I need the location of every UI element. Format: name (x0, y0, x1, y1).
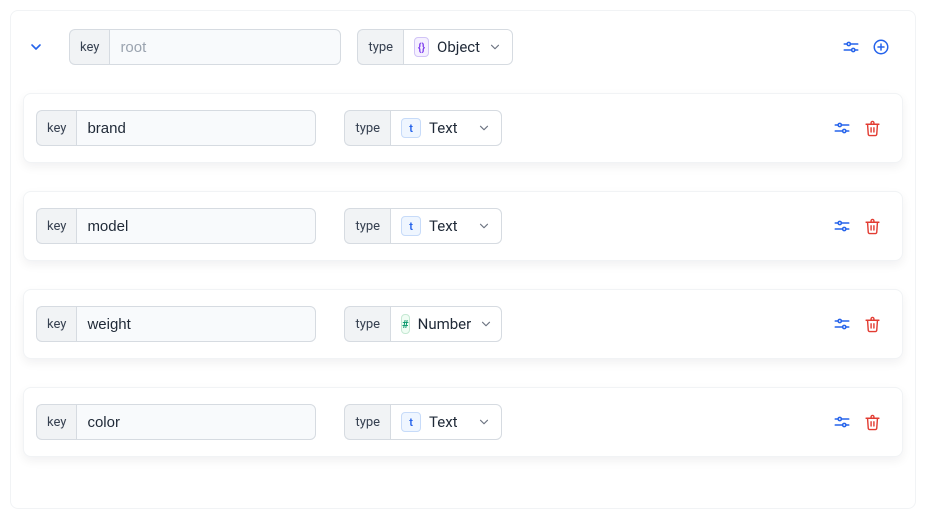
child-row: key type t Text (23, 93, 903, 163)
child-type-select[interactable]: t Text (390, 404, 502, 440)
child-row: key type t Text (23, 387, 903, 457)
child-key-group: key (36, 110, 316, 146)
object-type-icon: {} (414, 37, 429, 57)
child-row: key type t Text (23, 191, 903, 261)
child-row: key type # Number (23, 289, 903, 359)
chevron-down-icon (477, 219, 491, 233)
child-key-input[interactable] (76, 110, 316, 146)
root-type-label: Object (437, 38, 480, 56)
child-type-label: Text (429, 413, 469, 431)
child-key-input[interactable] (76, 404, 316, 440)
root-key-input[interactable] (109, 29, 341, 65)
child-type-group: type t Text (344, 110, 502, 146)
text-type-icon: t (401, 118, 421, 138)
settings-icon[interactable] (832, 314, 852, 334)
chevron-down-icon (479, 317, 493, 331)
child-key-group: key (36, 208, 316, 244)
child-key-group: key (36, 306, 316, 342)
type-prefix-label: type (357, 29, 403, 65)
child-actions (832, 314, 890, 334)
settings-icon[interactable] (841, 37, 861, 57)
child-type-group: type t Text (344, 404, 502, 440)
key-prefix-label: key (69, 29, 109, 65)
child-actions (832, 412, 890, 432)
root-row: key type {} Object (23, 29, 903, 65)
delete-icon[interactable] (862, 118, 882, 138)
key-prefix-label: key (36, 306, 76, 342)
chevron-down-icon (488, 40, 502, 54)
type-prefix-label: type (344, 110, 390, 146)
text-type-icon: t (401, 412, 421, 432)
type-prefix-label: type (344, 404, 390, 440)
child-type-group: type # Number (344, 306, 502, 342)
settings-icon[interactable] (832, 412, 852, 432)
child-type-select[interactable]: t Text (390, 208, 502, 244)
child-key-input[interactable] (76, 208, 316, 244)
chevron-down-icon[interactable] (27, 38, 45, 56)
add-icon[interactable] (871, 37, 891, 57)
children-list: key type t Text (23, 93, 903, 457)
delete-icon[interactable] (862, 216, 882, 236)
child-type-label: Text (429, 217, 469, 235)
child-type-select[interactable]: # Number (390, 306, 502, 342)
chevron-down-icon (477, 415, 491, 429)
schema-panel: key type {} Object (10, 10, 916, 509)
child-type-label: Number (418, 315, 472, 333)
type-prefix-label: type (344, 208, 390, 244)
key-prefix-label: key (36, 404, 76, 440)
child-actions (832, 118, 890, 138)
key-prefix-label: key (36, 110, 76, 146)
key-prefix-label: key (36, 208, 76, 244)
text-type-icon: t (401, 216, 421, 236)
child-type-select[interactable]: t Text (390, 110, 502, 146)
delete-icon[interactable] (862, 314, 882, 334)
child-key-group: key (36, 404, 316, 440)
settings-icon[interactable] (832, 118, 852, 138)
root-type-select[interactable]: {} Object (403, 29, 513, 65)
settings-icon[interactable] (832, 216, 852, 236)
root-actions (841, 37, 899, 57)
child-type-group: type t Text (344, 208, 502, 244)
child-type-label: Text (429, 119, 469, 137)
chevron-down-icon (477, 121, 491, 135)
child-key-input[interactable] (76, 306, 316, 342)
root-key-group: key (69, 29, 341, 65)
delete-icon[interactable] (862, 412, 882, 432)
number-type-icon: # (401, 314, 410, 334)
type-prefix-label: type (344, 306, 390, 342)
root-type-group: type {} Object (357, 29, 513, 65)
child-actions (832, 216, 890, 236)
